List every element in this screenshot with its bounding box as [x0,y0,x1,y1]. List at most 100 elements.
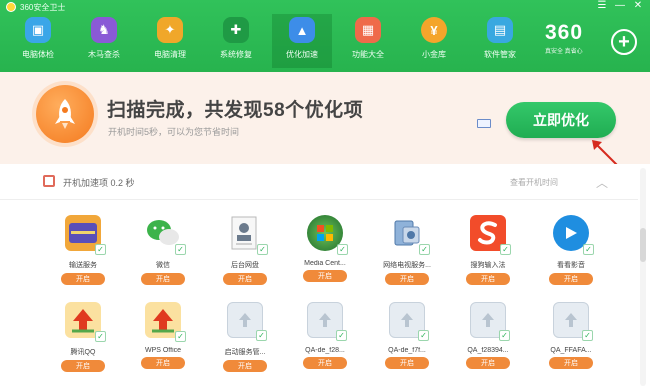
enable-button[interactable]: 开启 [466,273,510,285]
app-name: 搜狗输入法 [470,262,506,269]
app-name: 看看影音 [557,262,585,269]
app-name: 微信 [156,262,170,269]
app-name: 后台网盘 [231,262,259,269]
enable-button[interactable]: 开启 [141,273,185,285]
generic-app-icon: ✓ [307,302,347,341]
generic-app-icon: ✓ [553,302,593,341]
startup-item: ✓ 微信 开启 [123,215,203,295]
section-title: 开机加速项 0.2 秒 [63,178,135,188]
feedback-icon[interactable] [477,119,491,128]
tool-label: 小金库 [422,50,446,59]
tool-pc-checkup[interactable]: ▣ 电脑体检 [8,14,68,68]
tool-vault[interactable]: ¥ 小金库 [404,14,464,68]
app-name: QA_f28394... [467,347,509,354]
app-name: 启动服务管... [224,349,266,356]
contact-icon: ✓ [227,215,268,255]
tool-label: 功能大全 [352,50,384,59]
monitor-icon: ▣ [25,17,51,43]
generic-app-icon: ✓ [470,302,510,341]
video-icon: ✓ [553,215,594,255]
tool-label: 木马查杀 [88,50,120,59]
enable-button[interactable]: 开启 [223,360,267,372]
check-icon: ✓ [95,244,106,255]
banner-title: 扫描完成，共发现58个优化项 [107,100,364,121]
tool-all-features[interactable]: ▦ 功能大全 [338,14,398,68]
tool-system-repair[interactable]: ✚ 系统修复 [206,14,266,68]
generic-app-icon: ✓ [227,302,267,341]
view-startup-time-link[interactable]: 查看开机时间 [510,177,558,188]
tool-label: 电脑体检 [22,50,54,59]
check-icon: ✓ [583,244,594,255]
rocket-icon [36,85,94,143]
horse-icon: ♞ [91,17,117,43]
minimize-icon[interactable]: — [614,1,626,11]
tool-trojan-scan[interactable]: ♞ 木马查杀 [74,14,134,68]
collapse-icon[interactable]: ︿ [596,174,608,191]
apps-icon: ▤ [487,17,513,43]
menu-icon[interactable]: ☰ [596,1,608,11]
brand-number: 360 [545,21,584,44]
tool-label: 软件管家 [484,50,516,59]
startup-item: ✓ 输送服务 开启 [43,215,123,295]
close-icon[interactable]: ✕ [632,1,644,11]
scrollbar[interactable] [640,168,646,386]
check-icon: ✓ [175,244,186,255]
enable-button[interactable]: 开启 [141,357,185,369]
rocket-icon: ▲ [289,17,315,43]
app-name: Media Cent... [304,260,346,267]
app-name: WPS Office [144,347,182,354]
check-icon: ✓ [95,331,106,342]
startup-item: ✓ 腾讯QQ 开启 [43,302,123,382]
app-name: 网络电视服务... [383,262,431,269]
startup-item: ✓ 搜狗输入法 开启 [448,215,528,295]
tool-label: 电脑清理 [154,50,186,59]
brand-slogan: 真安全 真省心 [545,49,583,55]
startup-item: ✓ QA-de_f28... 开启 [285,302,365,382]
banner-subtitle: 开机时间5秒，可以为您节省时间 [108,127,240,137]
plus-icon[interactable]: + [611,29,637,55]
enable-button[interactable]: 开启 [549,357,593,369]
startup-icon [43,175,55,187]
windows-icon: ✓ [307,215,348,255]
tool-pc-cleanup[interactable]: ✦ 电脑清理 [140,14,200,68]
main-toolbar: 360安全卫士 ☰ — ✕ ▣ 电脑体检 ♞ 木马查杀 ✦ 电脑清理 ✚ 系统修… [0,0,650,72]
app-name: 输送服务 [69,262,97,269]
enable-button[interactable]: 开启 [303,357,347,369]
enable-button[interactable]: 开启 [385,273,429,285]
tool-speed-up[interactable]: ▲ 优化加速 [272,14,332,68]
update-icon: ✓ [145,302,186,342]
check-icon: ✓ [582,330,593,341]
startup-item: ✓ WPS Office 开启 [123,302,203,382]
startup-item: ✓ 看看影音 开启 [531,215,611,295]
enable-button[interactable]: 开启 [466,357,510,369]
tool-software-manager[interactable]: ▤ 软件管家 [470,14,530,68]
check-icon: ✓ [175,331,186,342]
startup-item: ✓ 后台网盘 开启 [205,215,285,295]
startup-item: ✓ QA_f28394... 开启 [448,302,528,382]
app-name: QA-de_f7f... [388,347,426,354]
window-controls: ☰ — ✕ [596,1,644,11]
tool-label: 优化加速 [286,50,318,59]
check-icon: ✓ [499,330,510,341]
enable-button[interactable]: 开启 [385,357,429,369]
window-title: 360安全卫士 [20,2,66,12]
startup-item: ✓ 启动服务管... 开启 [205,302,285,382]
enable-button[interactable]: 开启 [549,273,593,285]
check-icon: ✓ [418,330,429,341]
enable-button[interactable]: 开启 [61,273,105,285]
grid-icon: ▦ [355,17,381,43]
shield-icon: ✚ [223,17,249,43]
scrollbar-thumb[interactable] [640,228,646,262]
window-title-area: 360安全卫士 [6,1,65,13]
check-icon: ✓ [419,244,430,255]
section-header: 开机加速项 0.2 秒 查看开机时间 ︿ [0,164,638,200]
check-icon: ✓ [257,244,268,255]
enable-button[interactable]: 开启 [303,270,347,282]
optimize-now-button[interactable]: 立即优化 [506,102,616,138]
device-icon: ✓ [389,215,430,255]
tool-label: 系统修复 [220,50,252,59]
enable-button[interactable]: 开启 [223,273,267,285]
enable-button[interactable]: 开启 [61,360,105,372]
startup-item: ✓ QA-de_f7f... 开启 [367,302,447,382]
card-icon: ✓ [65,215,106,255]
